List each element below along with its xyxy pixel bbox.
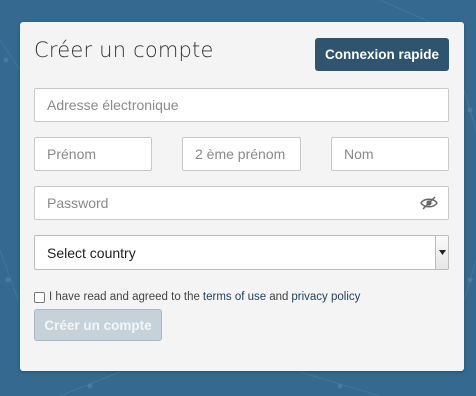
password-placeholder: Password (47, 195, 109, 211)
terms-checkbox[interactable] (34, 291, 45, 303)
privacy-policy-link[interactable]: privacy policy (291, 291, 360, 303)
last-name-field[interactable]: Nom (331, 137, 449, 171)
signup-card: Créer un compte Connexion rapide Adresse… (20, 22, 464, 371)
country-select-value: Select country (47, 244, 136, 261)
terms-row: I have read and agreed to the terms of u… (34, 290, 363, 304)
select-arrow-icon[interactable] (435, 236, 448, 269)
terms-and-text: and (269, 291, 289, 303)
first-name-field[interactable]: Prénom (34, 137, 152, 171)
terms-of-use-link[interactable]: terms of use (203, 291, 266, 303)
email-field[interactable]: Adresse électronique (34, 88, 449, 122)
eye-slash-icon[interactable] (420, 196, 438, 210)
terms-prefix-text: I have read and agreed to the (49, 291, 200, 303)
middle-name-field[interactable]: 2 ème prénom (182, 137, 301, 171)
quick-login-button[interactable]: Connexion rapide (315, 38, 449, 71)
country-select[interactable]: Select country (34, 235, 449, 270)
password-field[interactable]: Password (34, 186, 449, 220)
create-account-button[interactable]: Créer un compte (34, 309, 162, 341)
page-title: Créer un compte (34, 38, 214, 62)
